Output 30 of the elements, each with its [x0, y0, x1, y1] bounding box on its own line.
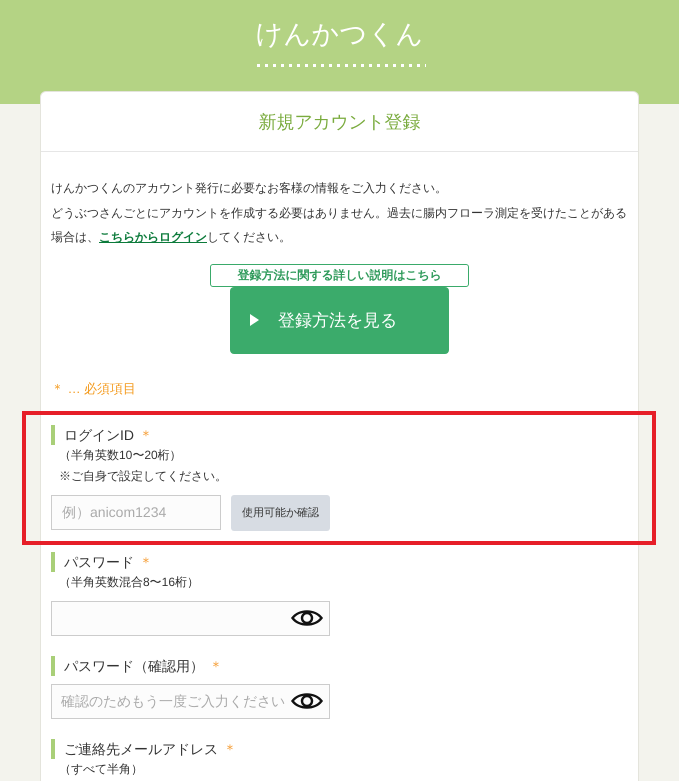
label-accent-bar	[51, 552, 55, 572]
field-hint: （半角英数10〜20桁）	[58, 446, 182, 464]
required-note: ＊ … 必須項目	[51, 380, 136, 398]
field-label: ご連絡先メールアドレス	[64, 740, 218, 758]
intro-text: けんかつくんのアカウント発行に必要なお客様の情報をご入力ください。	[51, 180, 448, 197]
field-hint: （すべて半角）	[58, 760, 143, 778]
label-accent-bar	[51, 738, 55, 758]
field-hint: ※ご自身で設定してください。	[58, 468, 227, 484]
guide-link[interactable]: 登録方法に関する詳しい説明はこちら	[210, 264, 469, 286]
eye-icon[interactable]	[291, 691, 323, 711]
check-availability-button[interactable]: 使用可能か確認	[231, 494, 330, 530]
view-guide-button[interactable]: 登録方法を見る	[230, 286, 449, 354]
password-field[interactable]	[51, 600, 330, 636]
card-title: 新規アカウント登録	[41, 92, 638, 152]
required-mark: ＊	[209, 656, 223, 676]
intro-text: どうぶつさんごとにアカウントを作成する必要はありません。過去に腸内フローラ測定を受けたことがある場合は、こちらからログイン してください。	[51, 204, 628, 246]
label-accent-bar	[51, 656, 55, 676]
input-field[interactable]: 例）anicom1234	[51, 494, 221, 530]
password-field[interactable]: 確認のためもう一度ご入力ください	[51, 684, 330, 718]
field-label: ログインID	[64, 426, 134, 444]
required-mark: ＊	[139, 426, 153, 444]
required-mark: ＊	[139, 552, 153, 572]
field-label: パスワード（確認用）	[64, 656, 204, 676]
required-mark: ＊	[223, 740, 237, 758]
play-icon	[250, 314, 259, 326]
login-link[interactable]: こちらからログイン	[99, 230, 207, 244]
label-accent-bar	[51, 424, 55, 444]
eye-icon[interactable]	[291, 608, 323, 628]
field-label: パスワード	[64, 552, 134, 572]
field-hint: （半角英数混合8〜16桁）	[58, 574, 200, 590]
